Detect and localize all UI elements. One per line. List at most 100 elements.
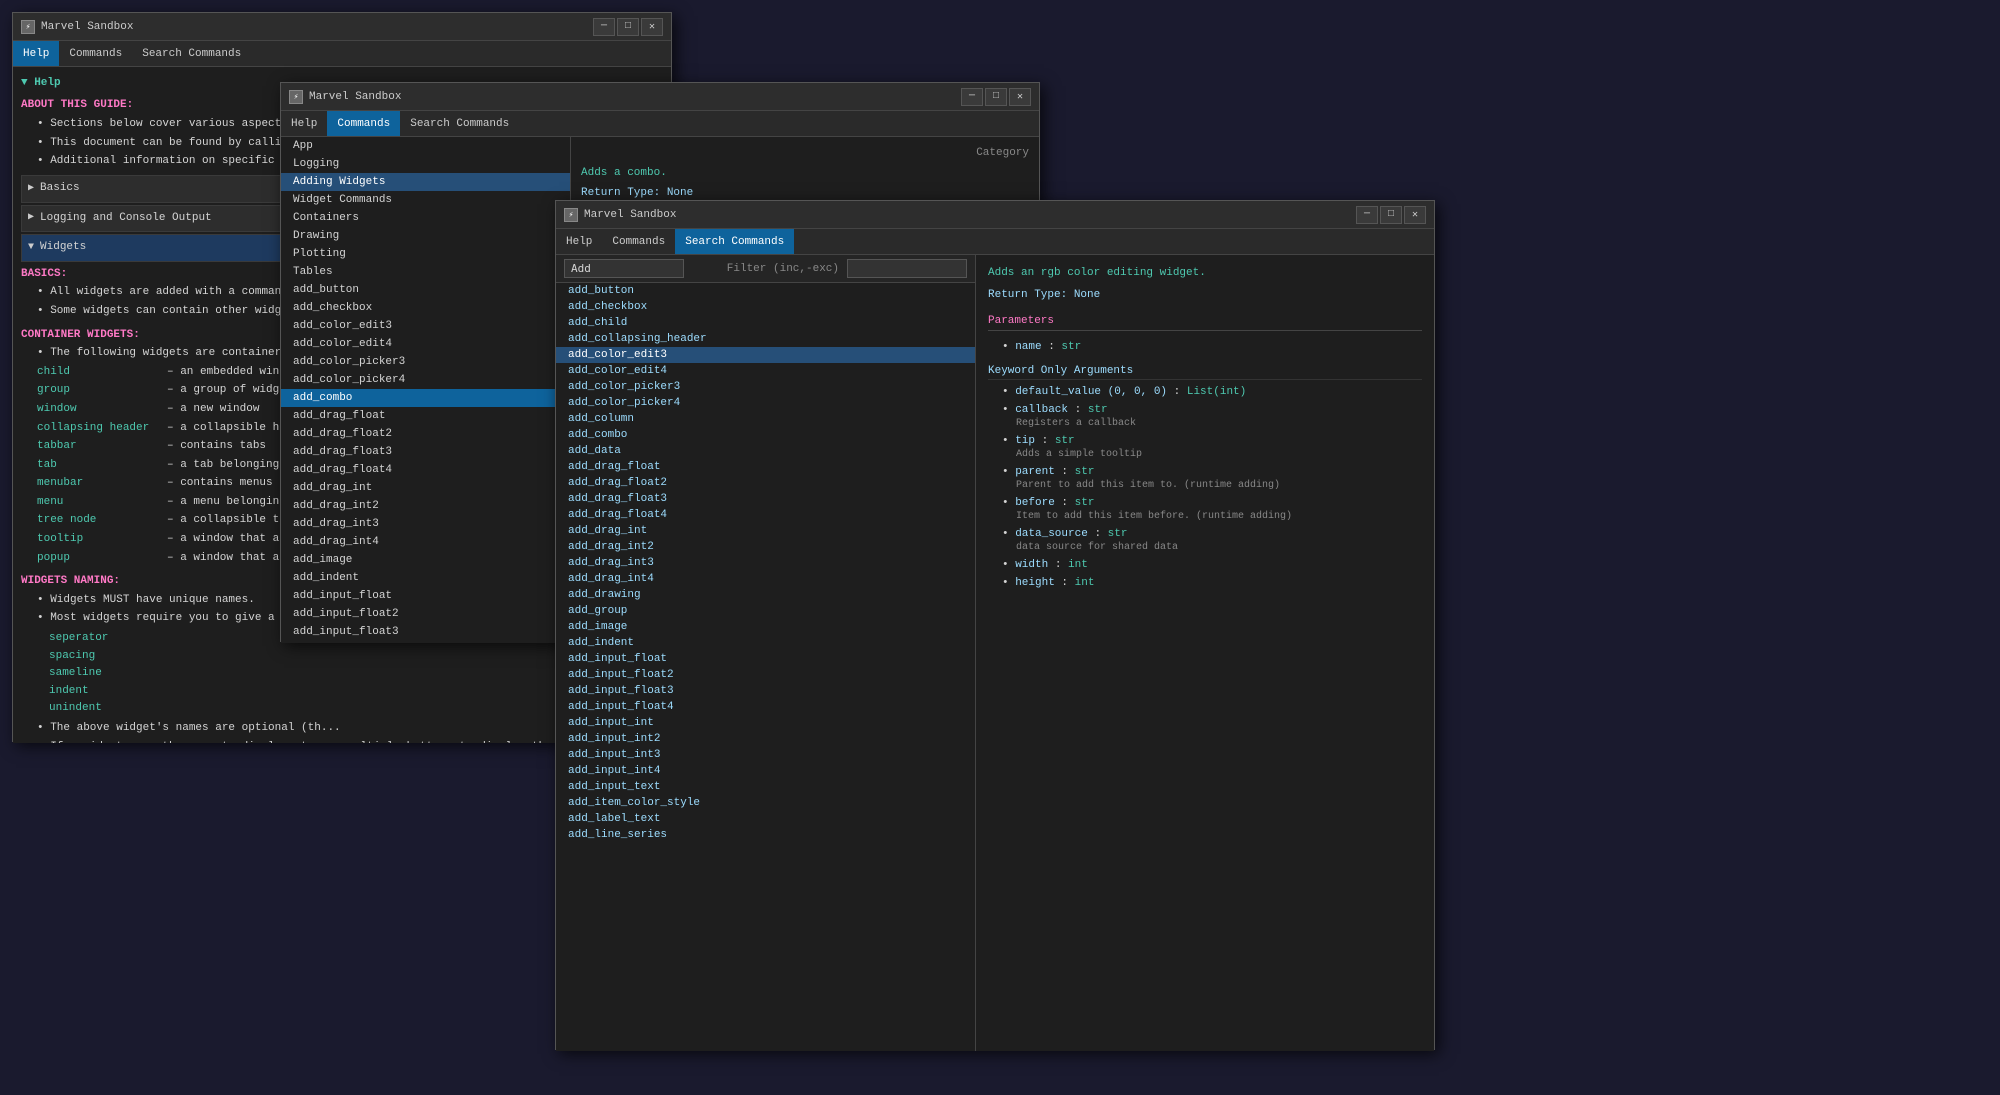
- title-bar-3[interactable]: ⚡ Marvel Sandbox ─ □ ✕: [556, 201, 1434, 229]
- maximize-btn-1[interactable]: □: [617, 18, 639, 36]
- tab-help-1[interactable]: Help: [13, 41, 59, 66]
- list-item-add-drag-int2[interactable]: add_drag_int2: [556, 539, 975, 555]
- sidebar-logging[interactable]: Logging: [281, 155, 570, 173]
- list-item-add-drawing[interactable]: add_drawing: [556, 587, 975, 603]
- sidebar-add-color-picker3[interactable]: add_color_picker3: [281, 353, 570, 371]
- sidebar-add-drag-int[interactable]: add_drag_int: [281, 479, 570, 497]
- sidebar-add-drag-int2[interactable]: add_drag_int2: [281, 497, 570, 515]
- w3-left-panel: Filter (inc,-exc) add_button add_checkbo…: [556, 255, 976, 1051]
- sidebar-app[interactable]: App: [281, 137, 570, 155]
- sidebar-add-color-picker4[interactable]: add_color_picker4: [281, 371, 570, 389]
- list-item-add-child[interactable]: add_child: [556, 315, 975, 331]
- list-item-add-color-edit4[interactable]: add_color_edit4: [556, 363, 975, 379]
- param-name-type: str: [1061, 341, 1081, 353]
- sidebar-add-drag-int3[interactable]: add_drag_int3: [281, 515, 570, 533]
- list-item-add-input-float3[interactable]: add_input_float3: [556, 683, 975, 699]
- list-item-add-drag-float4[interactable]: add_drag_float4: [556, 507, 975, 523]
- list-item-add-image[interactable]: add_image: [556, 619, 975, 635]
- sidebar-add-drag-float2[interactable]: add_drag_float2: [281, 425, 570, 443]
- sidebar-containers[interactable]: Containers: [281, 209, 570, 227]
- list-item-add-input-int2[interactable]: add_input_int2: [556, 731, 975, 747]
- title-bar-1[interactable]: ⚡ Marvel Sandbox ─ □ ✕: [13, 13, 671, 41]
- list-item-add-column[interactable]: add_column: [556, 411, 975, 427]
- sidebar-add-input-float4[interactable]: add_input_float4: [281, 641, 570, 643]
- sidebar-plotting[interactable]: Plotting: [281, 245, 570, 263]
- sidebar-adding-widgets[interactable]: Adding Widgets: [281, 173, 570, 191]
- filter-input-3[interactable]: [847, 259, 967, 278]
- minimize-btn-1[interactable]: ─: [593, 18, 615, 36]
- sidebar-add-input-float2[interactable]: add_input_float2: [281, 605, 570, 623]
- menu-bar-2: Help Commands Search Commands: [281, 111, 1039, 137]
- tab-search-1[interactable]: Search Commands: [132, 41, 251, 66]
- param-height-label: height: [1015, 577, 1055, 589]
- list-item-add-item-color-style[interactable]: add_item_color_style: [556, 795, 975, 811]
- list-item-add-drag-int4[interactable]: add_drag_int4: [556, 571, 975, 587]
- window-3: ⚡ Marvel Sandbox ─ □ ✕ Help Commands Sea…: [555, 200, 1435, 1050]
- list-item-add-button[interactable]: add_button: [556, 283, 975, 299]
- list-item-add-label-text[interactable]: add_label_text: [556, 811, 975, 827]
- minimize-btn-3[interactable]: ─: [1356, 206, 1378, 224]
- sidebar-add-drag-int4[interactable]: add_drag_int4: [281, 533, 570, 551]
- list-item-add-color-edit3[interactable]: add_color_edit3: [556, 347, 975, 363]
- sidebar-add-color-edit3[interactable]: add_color_edit3: [281, 317, 570, 335]
- list-item-add-collapsing-header[interactable]: add_collapsing_header: [556, 331, 975, 347]
- list-item-add-line-series[interactable]: add_line_series: [556, 827, 975, 843]
- close-btn-1[interactable]: ✕: [641, 18, 663, 36]
- maximize-btn-3[interactable]: □: [1380, 206, 1402, 224]
- tab-search-3[interactable]: Search Commands: [675, 229, 794, 254]
- title-bar-2[interactable]: ⚡ Marvel Sandbox ─ □ ✕: [281, 83, 1039, 111]
- maximize-btn-2[interactable]: □: [985, 88, 1007, 106]
- param-data-source: • data_source : str: [1002, 528, 1422, 540]
- tab-help-2[interactable]: Help: [281, 111, 327, 136]
- list-item-add-drag-int[interactable]: add_drag_int: [556, 523, 975, 539]
- tab-commands-1[interactable]: Commands: [59, 41, 132, 66]
- list-item-add-input-int4[interactable]: add_input_int4: [556, 763, 975, 779]
- close-btn-3[interactable]: ✕: [1404, 206, 1426, 224]
- sidebar-add-drag-float[interactable]: add_drag_float: [281, 407, 570, 425]
- list-item-add-color-picker3[interactable]: add_color_picker3: [556, 379, 975, 395]
- param-parent: • parent : str: [1002, 466, 1422, 478]
- list-item-add-input-float2[interactable]: add_input_float2: [556, 667, 975, 683]
- list-item-add-input-float[interactable]: add_input_float: [556, 651, 975, 667]
- sidebar-drawing[interactable]: Drawing: [281, 227, 570, 245]
- sidebar-add-input-float[interactable]: add_input_float: [281, 587, 570, 605]
- param-width-type: int: [1068, 559, 1088, 571]
- tab-search-2[interactable]: Search Commands: [400, 111, 519, 136]
- sidebar-add-checkbox[interactable]: add_checkbox: [281, 299, 570, 317]
- tab-help-3[interactable]: Help: [556, 229, 602, 254]
- list-item-add-group[interactable]: add_group: [556, 603, 975, 619]
- sidebar-widget-commands[interactable]: Widget Commands: [281, 191, 570, 209]
- list-item-add-input-float4[interactable]: add_input_float4: [556, 699, 975, 715]
- param-default-label: default_value (0, 0, 0): [1015, 386, 1167, 398]
- sidebar-add-drag-float3[interactable]: add_drag_float3: [281, 443, 570, 461]
- code-spacing: spacing: [49, 650, 95, 662]
- w2-top-row: Category: [581, 147, 1029, 159]
- tab-commands-3[interactable]: Commands: [602, 229, 675, 254]
- search-input-3[interactable]: [564, 259, 684, 278]
- list-item-add-combo[interactable]: add_combo: [556, 427, 975, 443]
- param-default-type: List(int): [1187, 386, 1246, 398]
- list-item-add-color-picker4[interactable]: add_color_picker4: [556, 395, 975, 411]
- list-item-add-input-text[interactable]: add_input_text: [556, 779, 975, 795]
- sidebar-add-image[interactable]: add_image: [281, 551, 570, 569]
- list-item-add-input-int[interactable]: add_input_int: [556, 715, 975, 731]
- tab-commands-2[interactable]: Commands: [327, 111, 400, 136]
- w3-list: add_button add_checkbox add_child add_co…: [556, 283, 975, 1051]
- sidebar-add-input-float3[interactable]: add_input_float3: [281, 623, 570, 641]
- minimize-btn-2[interactable]: ─: [961, 88, 983, 106]
- sidebar-tables[interactable]: Tables: [281, 263, 570, 281]
- close-btn-2[interactable]: ✕: [1009, 88, 1031, 106]
- sidebar-add-combo[interactable]: add_combo: [281, 389, 570, 407]
- list-item-add-data[interactable]: add_data: [556, 443, 975, 459]
- sidebar-add-color-edit4[interactable]: add_color_edit4: [281, 335, 570, 353]
- list-item-add-drag-float3[interactable]: add_drag_float3: [556, 491, 975, 507]
- sidebar-add-indent[interactable]: add_indent: [281, 569, 570, 587]
- list-item-add-indent[interactable]: add_indent: [556, 635, 975, 651]
- list-item-add-drag-float2[interactable]: add_drag_float2: [556, 475, 975, 491]
- list-item-add-checkbox[interactable]: add_checkbox: [556, 299, 975, 315]
- list-item-add-input-int3[interactable]: add_input_int3: [556, 747, 975, 763]
- sidebar-add-drag-float4[interactable]: add_drag_float4: [281, 461, 570, 479]
- sidebar-add-button[interactable]: add_button: [281, 281, 570, 299]
- list-item-add-drag-float[interactable]: add_drag_float: [556, 459, 975, 475]
- list-item-add-drag-int3[interactable]: add_drag_int3: [556, 555, 975, 571]
